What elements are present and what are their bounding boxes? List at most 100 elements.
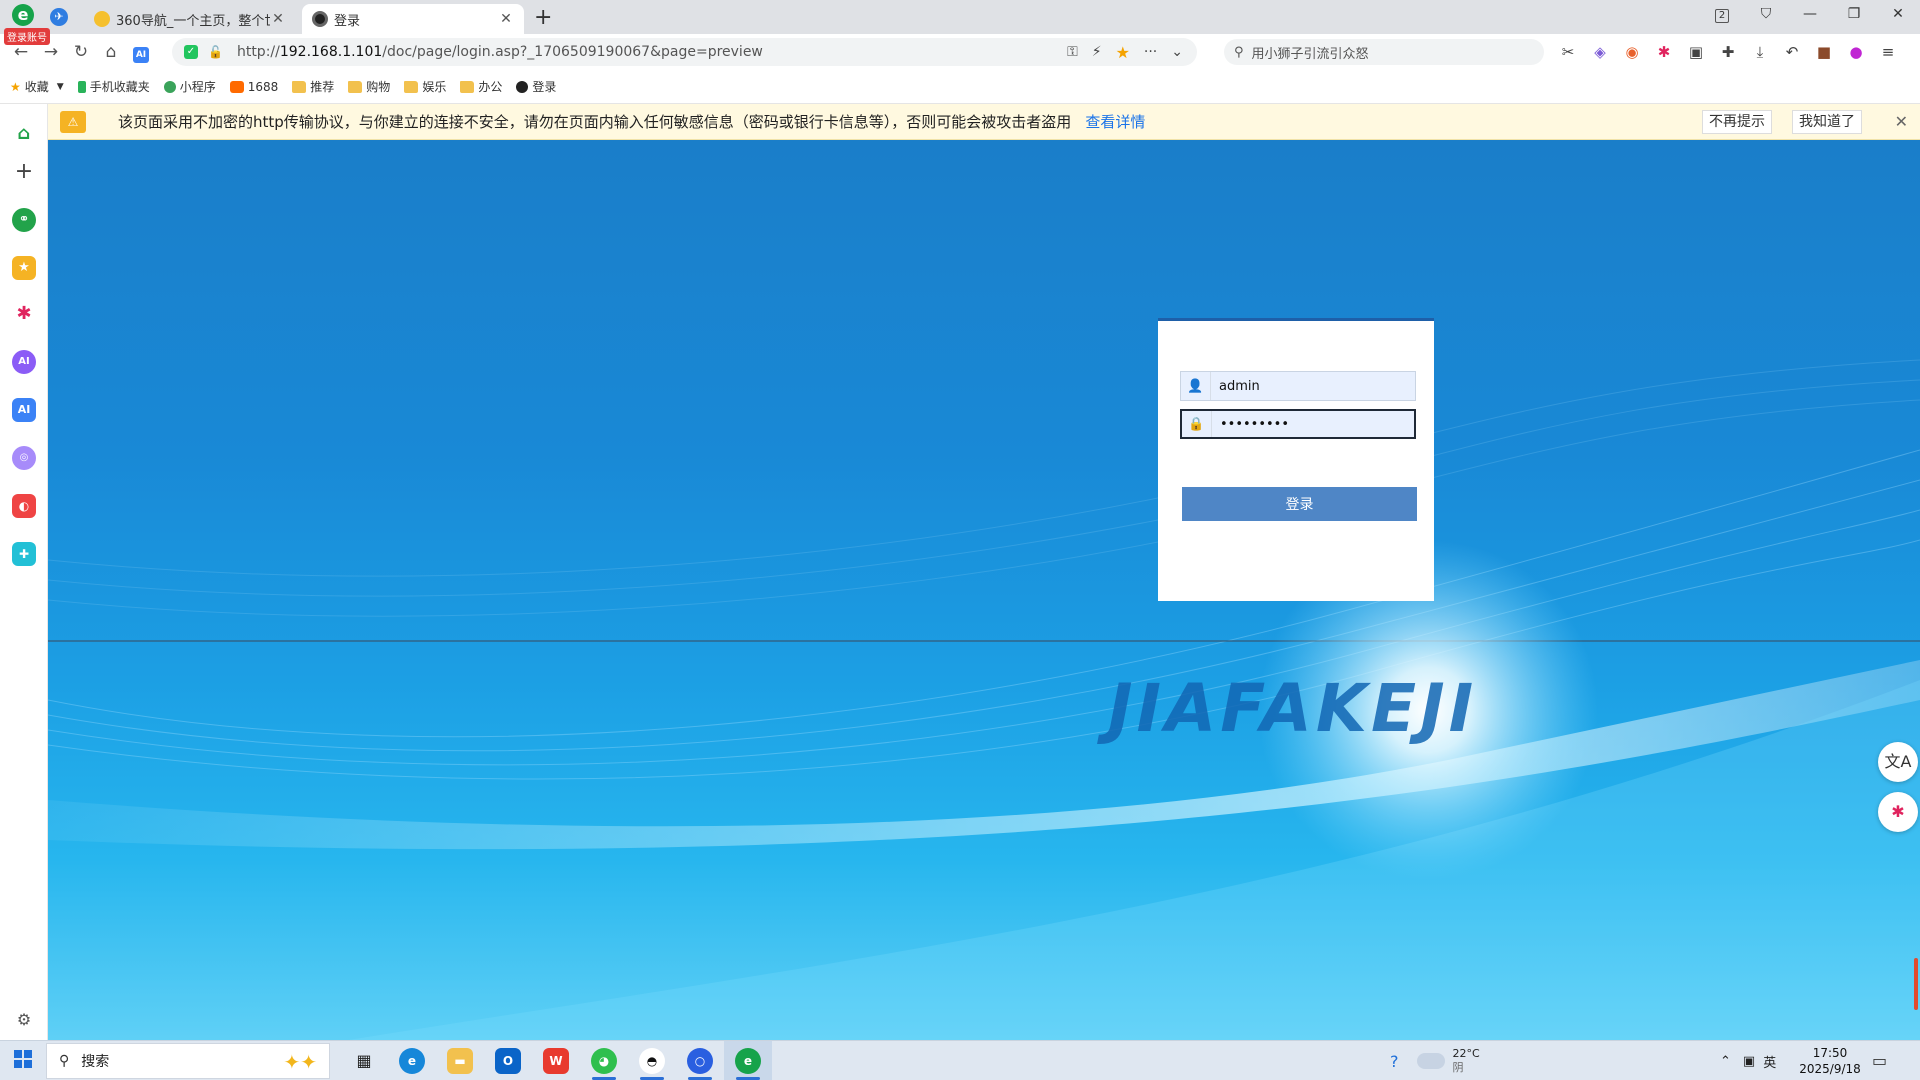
restore-icon[interactable]: ❐ [1832,6,1876,22]
bookmark-1688[interactable]: 1688 [229,80,278,94]
warning-details-link[interactable]: 查看详情 [1085,111,1145,132]
login-button[interactable]: 登录 [1182,487,1417,521]
game-controller-icon[interactable]: ◐ [12,494,36,518]
tab-close-icon[interactable]: ✕ [270,11,286,27]
360-browser-icon[interactable]: e [724,1040,772,1080]
chevron-up-icon[interactable]: ⌃ [1720,1054,1731,1069]
bookmark-miniapp[interactable]: 小程序 [163,78,216,95]
network-icon[interactable]: ▣ [1743,1054,1755,1069]
app-circle-icon[interactable]: ○ [676,1041,724,1080]
browser-sidebar: ⌂ + ⚭ ★ ✱ AI AI ◎ ◐ ✚ ⚙ [0,104,48,1040]
tab-count-icon[interactable]: 2 [1700,6,1744,23]
windows-start-icon[interactable] [0,1049,46,1072]
outlook-icon[interactable]: O [484,1041,532,1080]
link-icon[interactable]: ⚭ [12,208,36,232]
lock-icon: 🔒 [1182,411,1212,437]
scroll-indicator[interactable] [1914,958,1918,1010]
ai-assistant-icon[interactable]: AI [126,42,156,63]
toolbox-icon[interactable]: ■ [1808,43,1840,61]
taskbar-search[interactable]: ⚲ 搜索 ✦✦ [46,1042,330,1079]
close-icon[interactable]: ✕ [1895,112,1908,131]
network-graph-icon[interactable]: ✱ [12,302,36,326]
username-input[interactable] [1211,378,1401,394]
bookmark-recommend[interactable]: 推荐 [292,78,334,95]
browser-account[interactable]: e 登录账号 [4,2,50,45]
windows-taskbar: ⚲ 搜索 ✦✦ ▦ e ▬ O W ◕ ◓ ○ e ? 22°C 阴 ⌃ ▣ 英… [0,1040,1920,1080]
insecure-connection-icon[interactable]: 🔓 [208,45,223,59]
add-icon[interactable]: + [12,160,36,184]
avatar-icon[interactable]: ● [1840,43,1872,61]
new-tab-icon[interactable]: + [534,5,552,30]
folder-icon [348,80,363,93]
dont-remind-button[interactable]: 不再提示 [1702,110,1772,134]
wps-icon[interactable]: W [532,1041,580,1080]
network-extension-icon[interactable]: ✱ [1648,43,1680,61]
forward-icon[interactable]: → [36,42,66,62]
minimize-icon[interactable]: — [1788,6,1832,22]
back-icon[interactable]: ← [6,42,36,62]
copilot-sparkle-icon[interactable]: ✦✦ [283,1050,317,1074]
translate-extension-icon[interactable]: ◈ [1584,43,1616,61]
tab-360-nav[interactable]: 360导航_一个主页，整个世界 ✕ [84,4,296,34]
toolbar-icons: ✂ ◈ ◉ ✱ ▣ ✚ ⤓ ↶ ■ ● ≡ [1552,34,1904,70]
search-input[interactable]: ⚲ 用小狮子引流引众怒 [1224,39,1544,65]
translate-float-icon[interactable]: 文A [1878,742,1918,782]
task-view-icon[interactable]: ▦ [340,1041,388,1080]
login-page: JIAFAKEJI 👤 🔒 登录 文A ✱ [48,140,1920,1040]
security-shield-icon[interactable]: ✓ [184,45,198,59]
weather-widget[interactable]: 22°C 阴 [1416,1047,1480,1075]
username-field[interactable]: 👤 [1180,371,1416,401]
ime-indicator[interactable]: 英 [1763,1052,1776,1071]
undo-close-icon[interactable]: ↶ [1776,43,1808,61]
qq-icon[interactable]: ◓ [628,1041,676,1080]
extensions-puzzle-icon[interactable]: ✚ [1712,43,1744,61]
bookmark-mobile[interactable]: 手机收藏夹 [77,78,150,95]
skin-icon[interactable]: ⛉ [1744,6,1788,22]
notification-icon[interactable]: ▭ [1872,1051,1887,1070]
url-text[interactable]: http://192.168.1.101/doc/page/login.asp?… [237,44,1067,60]
1688-icon [229,80,244,93]
favorites-star-icon[interactable]: ★ [12,256,36,280]
system-clock[interactable]: 17:50 2025/9/18 [1798,1045,1862,1077]
plus-app-icon[interactable]: ✚ [12,542,36,566]
file-explorer-icon[interactable]: ▬ [436,1041,484,1080]
chevron-down-icon[interactable]: ▼ [57,82,64,92]
close-window-icon[interactable]: ✕ [1876,6,1920,22]
bookmark-star-icon[interactable]: ★ [1116,43,1130,62]
speed-mode-icon[interactable]: ⚡ [1092,44,1102,60]
screenshot-scissors-icon[interactable]: ✂ [1552,43,1584,61]
reload-icon[interactable]: ↻ [66,42,96,62]
bookmark-shopping[interactable]: 购物 [348,78,390,95]
wechat-icon[interactable]: ◕ [580,1041,628,1080]
menu-icon[interactable]: ≡ [1872,43,1904,61]
home-icon[interactable]: ⌂ [96,42,126,62]
navigation-bar: ← → ↻ ⌂ AI ✓ 🔓 http://192.168.1.101/doc/… [0,34,1920,70]
bookmark-login[interactable]: 登录 [516,78,556,95]
password-input[interactable] [1212,416,1402,432]
login-account-badge[interactable]: 登录账号 [4,28,50,45]
help-icon[interactable]: ? [1390,1052,1399,1071]
chevron-down-icon[interactable]: ⌄ [1171,44,1183,60]
edge-icon[interactable]: e [388,1041,436,1080]
network-float-icon[interactable]: ✱ [1878,792,1918,832]
pinned-tab-icon[interactable]: ✈ [50,8,68,26]
ai-chat-icon[interactable]: AI [12,350,36,374]
bookmarks-bar: ★ 收藏 ▼ 手机收藏夹 小程序 1688 推荐 购物 娱乐 办公 登录 [0,70,1920,104]
reader-icon[interactable]: ▣ [1680,43,1712,61]
password-field[interactable]: 🔒 [1180,409,1416,439]
address-bar[interactable]: ✓ 🔓 http://192.168.1.101/doc/page/login.… [172,38,1197,66]
password-key-icon[interactable]: ⚿ [1067,44,1078,60]
more-options-icon[interactable]: ··· [1144,44,1157,60]
bookmark-office[interactable]: 办公 [460,78,502,95]
bookmark-favorites[interactable]: ★ 收藏 ▼ [10,78,64,95]
ai-writer-icon[interactable]: AI [12,398,36,422]
bot-icon[interactable]: ◎ [12,446,36,470]
home-icon[interactable]: ⌂ [12,122,36,146]
game-icon[interactable]: ◉ [1616,43,1648,61]
bookmark-entertainment[interactable]: 娱乐 [404,78,446,95]
download-icon[interactable]: ⤓ [1744,43,1776,61]
tab-close-icon[interactable]: ✕ [498,11,514,27]
tab-login[interactable]: 登录 ✕ [302,4,524,34]
settings-gear-icon[interactable]: ⚙ [12,1008,36,1032]
got-it-button[interactable]: 我知道了 [1792,110,1862,134]
